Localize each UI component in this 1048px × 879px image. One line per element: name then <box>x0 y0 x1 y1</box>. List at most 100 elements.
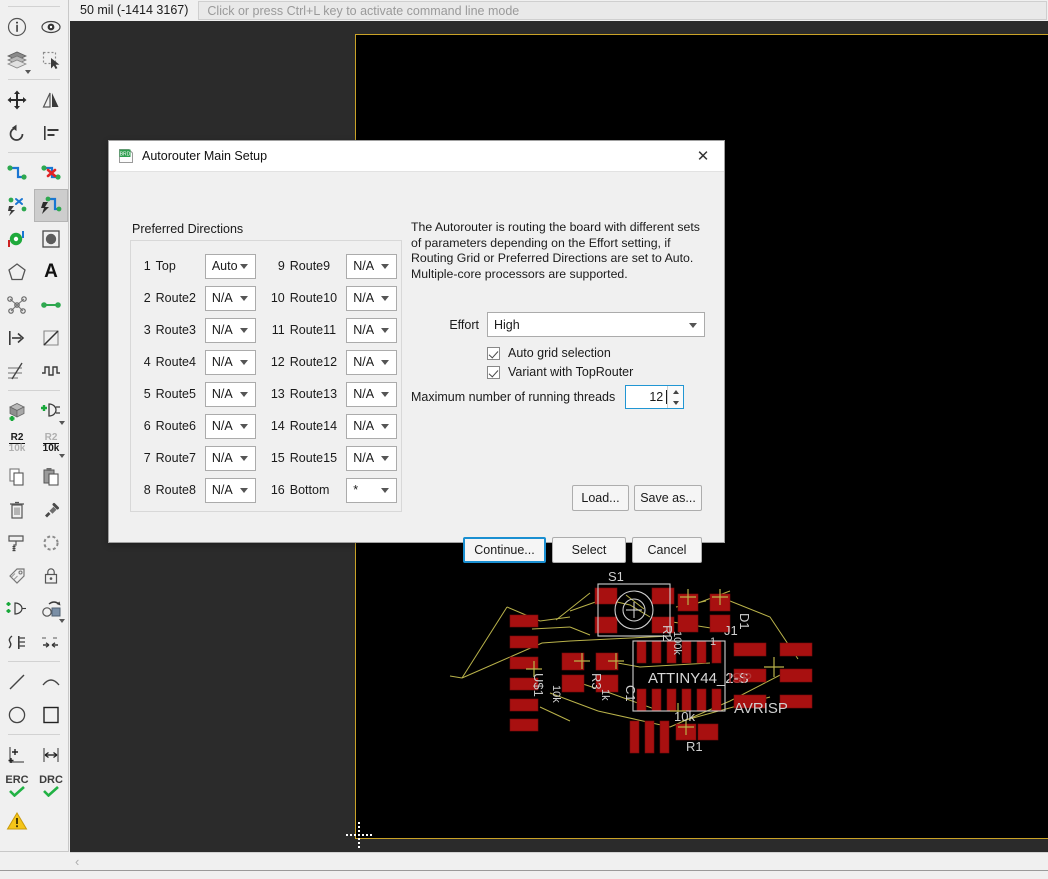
layer-direction-select[interactable]: N/A <box>204 477 256 503</box>
line-icon[interactable] <box>0 665 34 698</box>
layer-direction-select[interactable]: N/A <box>346 253 398 279</box>
autoroute-off-icon[interactable] <box>0 189 34 222</box>
signal-icon[interactable] <box>0 321 34 354</box>
measure-icon[interactable] <box>34 738 68 771</box>
scroll-left-arrow[interactable]: ‹ <box>75 855 79 868</box>
swap-icon[interactable] <box>0 625 34 658</box>
layer-direction-select[interactable]: N/A <box>346 381 398 407</box>
close-icon[interactable]: ✕ <box>682 141 724 172</box>
optimize-icon[interactable] <box>34 526 68 559</box>
command-line-input[interactable]: Click or press Ctrl+L key to activate co… <box>198 1 1047 20</box>
add-gate-icon[interactable] <box>0 592 34 625</box>
toolbar-row <box>0 321 68 354</box>
layer-direction-select[interactable]: N/A <box>346 317 398 343</box>
chevron-down-icon[interactable] <box>59 421 65 425</box>
layers-icon[interactable] <box>0 43 34 76</box>
max-threads-stepper[interactable]: 12 <box>625 385 685 409</box>
max-threads-value[interactable]: 12 <box>626 386 665 408</box>
cancel-button[interactable]: Cancel <box>632 537 702 563</box>
erc-icon[interactable]: ERC <box>0 771 34 804</box>
text-icon[interactable]: A <box>34 255 68 288</box>
stepper-up-button[interactable] <box>668 386 684 397</box>
checkbox-box[interactable] <box>487 365 500 379</box>
errors-icon[interactable] <box>0 804 34 837</box>
chevron-down-icon[interactable] <box>59 454 65 458</box>
autoroute-icon[interactable] <box>34 189 68 222</box>
polygon-icon[interactable] <box>0 255 34 288</box>
pin-swap-icon[interactable] <box>34 625 68 658</box>
show-icon[interactable] <box>34 10 68 43</box>
toolbar-row <box>0 698 68 731</box>
paint-icon[interactable] <box>0 526 34 559</box>
add-package-icon[interactable] <box>0 394 34 427</box>
paste-icon[interactable] <box>34 460 68 493</box>
rectangle-icon[interactable] <box>34 698 68 731</box>
pcb-label-d1: D1 <box>737 613 752 630</box>
stepper-down-button[interactable] <box>668 397 684 408</box>
value-icon[interactable]: R2 10k <box>34 427 68 460</box>
continue-button[interactable]: Continue... <box>463 537 546 563</box>
add-part-icon[interactable] <box>34 394 68 427</box>
checkbox-box[interactable] <box>487 346 500 360</box>
move-icon[interactable] <box>0 83 34 116</box>
toolbar-divider <box>8 661 60 662</box>
layer-number: 13 <box>270 387 285 401</box>
eagle-pcb-editor-window: A R2 10k R2 10k ERC DRC 50 mil (-1414 31… <box>0 0 1048 879</box>
layer-direction-select[interactable]: N/A <box>346 445 398 471</box>
effort-select[interactable]: High <box>487 312 705 337</box>
pcb-label-1k: 1k <box>599 689 611 701</box>
layer-direction-select[interactable]: N/A <box>204 413 256 439</box>
stepper-buttons[interactable] <box>667 386 684 408</box>
auto-grid-selection-checkbox[interactable]: Auto grid selection <box>487 346 611 360</box>
layer-direction-select[interactable]: N/A <box>204 381 256 407</box>
save-as-button[interactable]: Save as... <box>634 485 702 511</box>
info-icon[interactable] <box>0 10 34 43</box>
chevron-down-icon[interactable] <box>59 619 65 623</box>
layer-direction-select[interactable]: N/A <box>204 445 256 471</box>
delete-icon[interactable] <box>0 493 34 526</box>
chevron-down-icon[interactable] <box>25 70 31 74</box>
circle-icon[interactable] <box>0 698 34 731</box>
layer-number: 3 <box>143 323 151 337</box>
layer-direction-select[interactable]: N/A <box>346 285 398 311</box>
layer-name: Route8 <box>155 483 196 497</box>
layer-direction-value: N/A <box>211 323 233 337</box>
toolbar-row <box>0 526 68 559</box>
align-icon[interactable] <box>34 116 68 149</box>
layer-direction-select[interactable]: N/A <box>346 413 398 439</box>
ripup-icon[interactable] <box>34 156 68 189</box>
layer-direction-select[interactable]: Auto <box>204 253 256 279</box>
copy-icon[interactable] <box>0 460 34 493</box>
route-icon[interactable] <box>0 156 34 189</box>
variant-with-toprouter-label: Variant with TopRouter <box>508 365 634 379</box>
layer-direction-select[interactable]: N/A <box>204 285 256 311</box>
layer-direction-select[interactable]: * <box>346 477 398 503</box>
dimension-icon[interactable] <box>0 738 34 771</box>
polygon-pour-icon[interactable] <box>34 222 68 255</box>
replace-icon[interactable] <box>34 592 68 625</box>
split-icon[interactable] <box>0 354 34 387</box>
via-icon[interactable] <box>0 222 34 255</box>
mirror-icon[interactable] <box>34 83 68 116</box>
variant-with-toprouter-checkbox[interactable]: Variant with TopRouter <box>487 365 633 379</box>
arc-icon[interactable] <box>34 665 68 698</box>
layer-name: Route10 <box>289 291 338 305</box>
horizontal-scrollbar[interactable]: ‹ <box>70 852 1048 870</box>
load-button[interactable]: Load... <box>572 485 629 511</box>
attribute-icon[interactable] <box>0 559 34 592</box>
layer-direction-select[interactable]: N/A <box>204 349 256 375</box>
miter-icon[interactable] <box>34 321 68 354</box>
select-button[interactable]: Select <box>552 537 626 563</box>
change-icon[interactable] <box>34 493 68 526</box>
rotate-icon[interactable] <box>0 116 34 149</box>
group-select-icon[interactable] <box>34 43 68 76</box>
name-icon[interactable]: R2 10k <box>0 427 34 460</box>
layer-direction-select[interactable]: N/A <box>204 317 256 343</box>
lock-icon[interactable] <box>34 559 68 592</box>
toolbar-row <box>0 460 68 493</box>
layer-direction-select[interactable]: N/A <box>346 349 398 375</box>
drc-icon[interactable]: DRC <box>34 771 68 804</box>
wire-net-icon[interactable] <box>34 288 68 321</box>
meander-icon[interactable] <box>34 354 68 387</box>
ratsnest-icon[interactable] <box>0 288 34 321</box>
